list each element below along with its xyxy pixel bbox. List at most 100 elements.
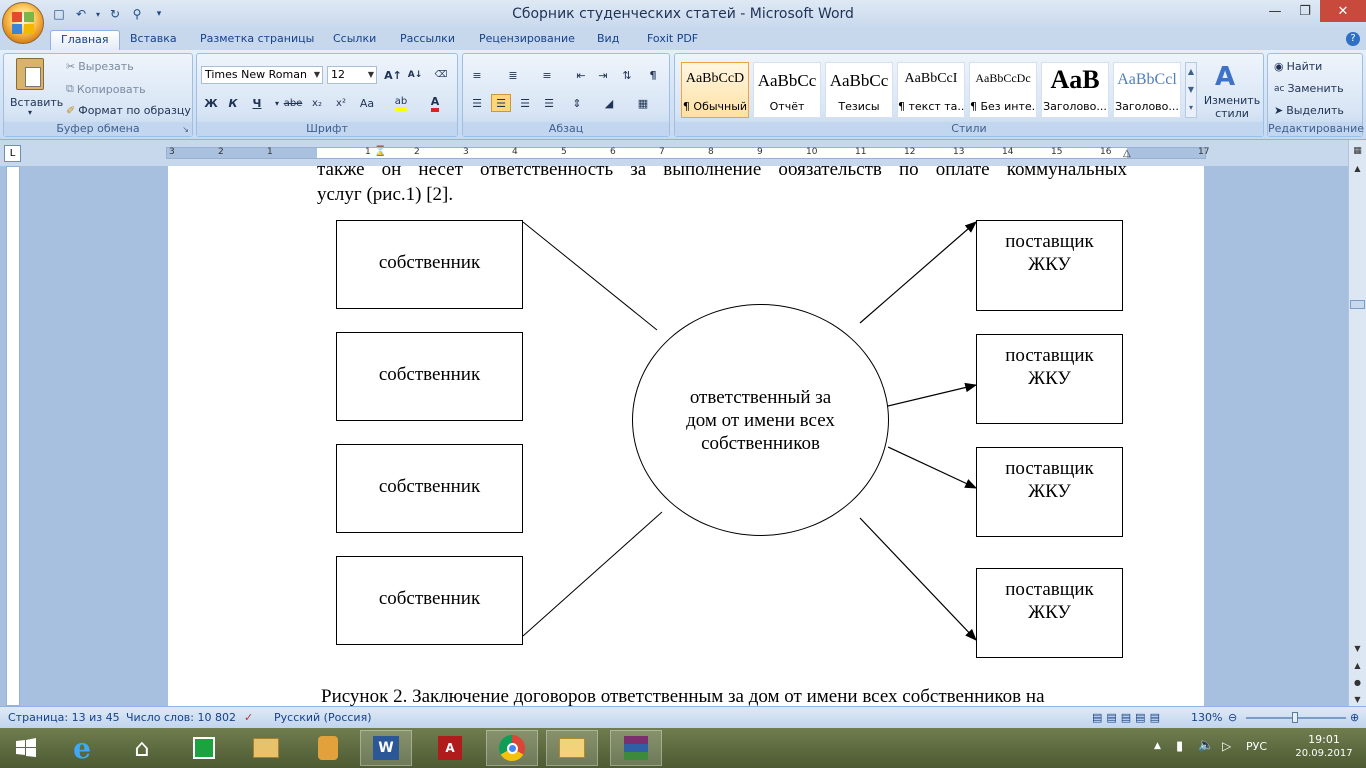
shading-icon[interactable]: ◢ (599, 94, 619, 112)
borders-icon[interactable]: ▦ (633, 94, 653, 112)
owner-box[interactable]: собственник (336, 556, 523, 645)
language-indicator[interactable]: Русский (Россия) (274, 711, 372, 724)
tray-expand-icon[interactable]: ▲ (1154, 741, 1161, 751)
justify-icon[interactable]: ☰ (539, 94, 559, 112)
input-language[interactable]: РУС (1246, 740, 1267, 753)
supplier-box[interactable]: поставщик ЖКУ (976, 334, 1123, 424)
help-icon[interactable]: ? (1346, 32, 1360, 46)
change-styles-icon[interactable]: A (1215, 62, 1235, 92)
scroll-up-icon[interactable]: ▲ (1350, 164, 1365, 178)
shrink-font-button[interactable]: A↓ (405, 66, 425, 84)
zoom-slider[interactable] (1246, 712, 1346, 723)
styles-scroll[interactable]: ▲ ▼ ▾ (1185, 62, 1197, 118)
style-text[interactable]: AaBbCcI ¶ текст та... (897, 62, 965, 118)
network-icon[interactable]: ▷ (1222, 739, 1231, 753)
internet-explorer-icon[interactable]: e (56, 730, 108, 766)
winrar-icon[interactable] (610, 730, 662, 766)
chrome-icon[interactable] (486, 730, 538, 766)
paste-button[interactable]: Вставить (10, 96, 63, 109)
align-right-icon[interactable]: ☰ (515, 94, 535, 112)
tab-page-layout[interactable]: Разметка страницы (190, 30, 324, 50)
responsible-ellipse[interactable]: ответственный за дом от имени всех собст… (632, 304, 889, 536)
word-taskbar-icon[interactable]: W (360, 730, 412, 766)
tray-time[interactable]: 19:01 (1294, 733, 1354, 746)
close-icon[interactable]: ✕ (1320, 0, 1366, 22)
find-button[interactable]: ◉ Найти (1274, 60, 1322, 73)
dialog-launcher-icon[interactable]: ↘ (182, 125, 189, 134)
bullets-icon[interactable]: ≡ (467, 66, 487, 84)
zoom-in-icon[interactable]: ⊕ (1350, 711, 1359, 724)
tab-review[interactable]: Рецензирование (469, 30, 585, 50)
change-styles-button[interactable]: Изменить стили (1197, 94, 1267, 120)
scrollbar-thumb[interactable] (1350, 300, 1365, 309)
horizontal-ruler[interactable]: 3 2 1 1 2 3 4 5 6 7 8 9 10 11 12 13 14 15 16 17 ⌛ △ (166, 146, 1209, 159)
numbering-icon[interactable]: ≣ (503, 66, 523, 84)
store-icon[interactable] (178, 730, 230, 766)
zoom-out-icon[interactable]: ⊖ (1228, 711, 1237, 724)
strikethrough-button[interactable]: abe (283, 94, 303, 112)
sort-icon[interactable]: ⇅ (617, 66, 637, 84)
tab-mailings[interactable]: Рассылки (390, 30, 465, 50)
align-left-icon[interactable]: ☰ (467, 94, 487, 112)
document-page[interactable]: также он несет ответственность за выполн… (168, 166, 1204, 706)
tab-foxit-pdf[interactable]: Foxit PDF (637, 30, 708, 50)
align-center-icon[interactable]: ☰ (491, 94, 511, 112)
highlight-icon[interactable]: ab (391, 94, 411, 112)
supplier-box[interactable]: поставщик ЖКУ (976, 447, 1123, 537)
office-button[interactable] (2, 2, 44, 44)
italic-button[interactable]: К (223, 94, 243, 112)
word-count[interactable]: Число слов: 10 802 (126, 711, 236, 724)
font-color-icon[interactable]: A (425, 94, 445, 112)
autocad-icon[interactable]: A (424, 730, 476, 766)
grow-font-button[interactable]: A↑ (383, 66, 403, 84)
zoom-level[interactable]: 130% (1191, 711, 1222, 724)
style-report[interactable]: AaBbCc Отчёт (753, 62, 821, 118)
owner-box[interactable]: собственник (336, 220, 523, 309)
style-heading1[interactable]: AaB Заголово... (1041, 62, 1109, 118)
start-windows-icon[interactable] (0, 730, 52, 766)
style-heading2[interactable]: AaBbCcl Заголово... (1113, 62, 1181, 118)
tab-selector[interactable]: L (4, 145, 21, 162)
notes-app-icon[interactable] (302, 730, 354, 766)
font-name-combo[interactable]: Times New Roman ▼ (201, 66, 323, 84)
tray-date[interactable]: 20.09.2017 (1294, 748, 1354, 759)
owner-box[interactable]: собственник (336, 332, 523, 421)
volume-icon[interactable]: 🔈 (1198, 738, 1214, 753)
paste-icon[interactable] (16, 58, 44, 90)
select-button[interactable]: ➤ Выделить (1274, 104, 1344, 117)
cut-button[interactable]: ✂ Вырезать (66, 60, 134, 73)
scroll-down-icon[interactable]: ▼ ▲ ● ▼ (1350, 640, 1365, 708)
vertical-scrollbar[interactable]: ▦ ▲ ▼ ▲ ● ▼ (1348, 140, 1366, 706)
vertical-ruler[interactable] (6, 166, 20, 706)
copy-button[interactable]: ⧉ Копировать (66, 82, 146, 96)
superscript-button[interactable]: x² (331, 94, 351, 112)
show-marks-icon[interactable]: ¶ (643, 66, 663, 84)
style-no-spacing[interactable]: AaBbCcDc ¶ Без инте... (969, 62, 1037, 118)
decrease-indent-icon[interactable]: ⇤ (571, 66, 591, 84)
supplier-box[interactable]: поставщик ЖКУ (976, 568, 1123, 658)
change-case-button[interactable]: Aa (357, 94, 377, 112)
paste-dropdown-icon[interactable]: ▾ (28, 108, 32, 117)
page-indicator[interactable]: Страница: 13 из 45 (8, 711, 120, 724)
multilevel-list-icon[interactable]: ≡ (537, 66, 557, 84)
font-size-combo[interactable]: 12 ▼ (327, 66, 377, 84)
view-buttons[interactable]: ▤▤▤▤▤ (1092, 711, 1164, 724)
clear-format-icon[interactable]: ⌫ (431, 66, 451, 84)
style-theses[interactable]: AaBbCc Тезисы (825, 62, 893, 118)
subscript-button[interactable]: x₂ (307, 94, 327, 112)
tab-view[interactable]: Вид (587, 30, 629, 50)
indent-marker-icon[interactable]: ⌛ (374, 146, 386, 157)
line-spacing-icon[interactable]: ⇕ (567, 94, 587, 112)
home-icon[interactable]: ⌂ (116, 730, 168, 766)
tab-insert[interactable]: Вставка (120, 30, 187, 50)
underline-button[interactable]: Ч (247, 94, 267, 112)
right-indent-icon[interactable]: △ (1123, 148, 1131, 159)
tab-home[interactable]: Главная (50, 30, 120, 50)
increase-indent-icon[interactable]: ⇥ (593, 66, 613, 84)
ruler-toggle-icon[interactable]: ▦ (1350, 146, 1365, 160)
tab-references[interactable]: Ссылки (323, 30, 386, 50)
replace-button[interactable]: ac Заменить (1274, 82, 1344, 95)
style-normal[interactable]: AaBbCcD ¶ Обычный (681, 62, 749, 118)
folder-icon[interactable] (546, 730, 598, 766)
bold-button[interactable]: Ж (201, 94, 221, 112)
